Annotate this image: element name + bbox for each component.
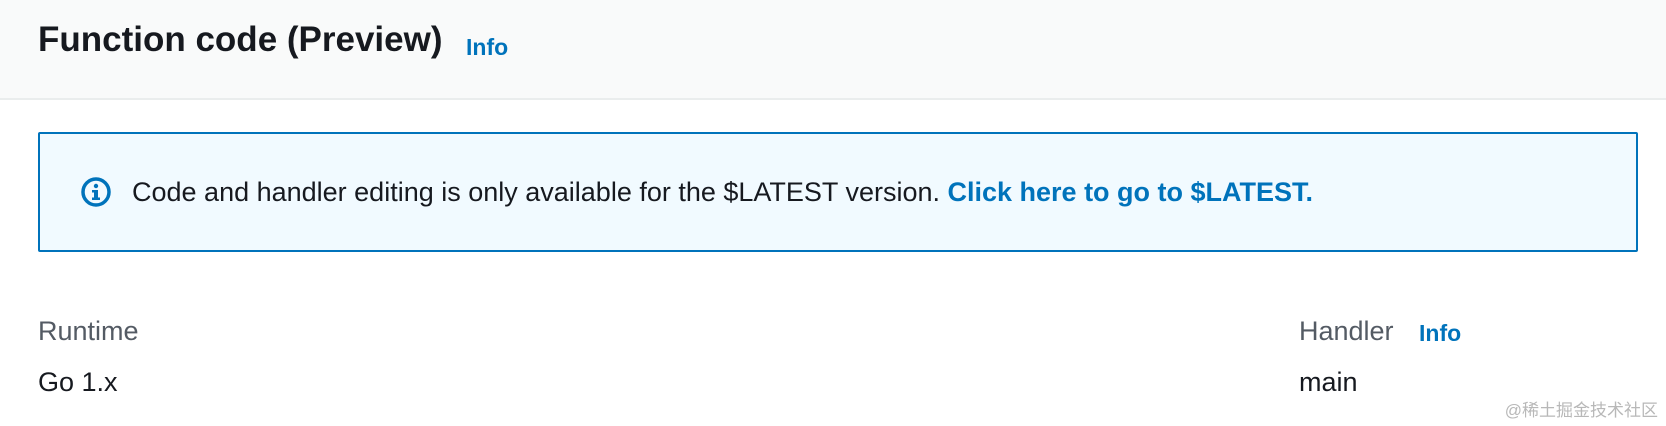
handler-label: Handler (1299, 316, 1394, 346)
handler-value: main (1299, 367, 1358, 397)
info-alert: Code and handler editing is only availab… (38, 132, 1638, 252)
watermark: @稀土掘金技术社区 (1504, 401, 1658, 420)
panel-title: Function code (Preview) (38, 20, 443, 59)
alert-message-line: Code and handler editing is only availab… (132, 177, 1313, 208)
runtime-value: Go 1.x (38, 367, 118, 397)
header-info-link[interactable]: Info (466, 34, 508, 61)
runtime-label: Runtime (38, 316, 139, 346)
go-to-latest-link[interactable]: Click here to go to $LATEST. (948, 177, 1314, 207)
info-circle-icon (81, 177, 111, 207)
function-code-panel: Function code (Preview) Info Code and ha… (0, 0, 1666, 426)
alert-message: Code and handler editing is only availab… (132, 177, 940, 207)
handler-info-link[interactable]: Info (1419, 320, 1461, 347)
panel-header: Function code (Preview) Info (0, 0, 1666, 100)
